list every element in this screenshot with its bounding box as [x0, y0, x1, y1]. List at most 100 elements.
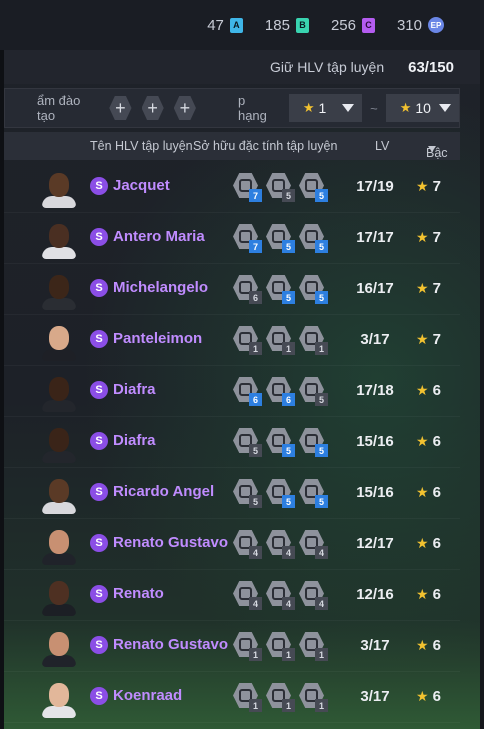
training-trait-icon[interactable]: 4: [233, 530, 262, 559]
currency-a-value: 47: [207, 16, 224, 34]
training-trait-icon[interactable]: 5: [233, 428, 262, 457]
coach-row[interactable]: S Ricardo Angel 5 5 5 15/16 ★ 6: [4, 468, 460, 519]
coach-name: Koenraad: [113, 687, 183, 704]
coach-row[interactable]: S Renato Gustavo 1 1 1 3/17 ★ 6: [4, 621, 460, 672]
trait-level: 5: [315, 291, 328, 304]
coach-rank: ★ 6: [416, 433, 441, 450]
rank-from-value: 1: [318, 100, 327, 116]
training-trait-icon[interactable]: 4: [266, 581, 295, 610]
coach-row[interactable]: S Antero Maria 7 5 5 17/17 ★ 7: [4, 213, 460, 264]
currency-bar: 47 A 185 B 256 C 310 EP: [0, 0, 484, 50]
currency-b-icon: B: [295, 17, 309, 33]
star-icon: ★: [416, 688, 429, 704]
training-trait-icon[interactable]: 5: [299, 224, 328, 253]
training-trait-icon[interactable]: 1: [266, 683, 295, 712]
trait-level: 1: [282, 699, 295, 712]
training-trait-icon[interactable]: 6: [233, 275, 262, 304]
trait-level: 4: [282, 597, 295, 610]
special-badge-icon: S: [90, 228, 108, 246]
training-trait-icon[interactable]: 5: [266, 224, 295, 253]
training-trait-icon[interactable]: 7: [233, 224, 262, 253]
coach-avatar: [42, 170, 76, 208]
rank-value: 6: [432, 382, 441, 399]
rank-value: 6: [432, 535, 441, 552]
trait-level: 5: [282, 291, 295, 304]
training-trait-icon[interactable]: 7: [233, 173, 262, 202]
coach-avatar: [42, 476, 76, 514]
special-badge-icon: S: [90, 381, 108, 399]
training-trait-icon[interactable]: 6: [266, 377, 295, 406]
training-trait-icon[interactable]: 5: [299, 173, 328, 202]
coach-row[interactable]: S Jacquet 7 5 5 17/19 ★ 7: [4, 162, 460, 213]
training-trait-icon[interactable]: 5: [233, 479, 262, 508]
rank-to-select[interactable]: ★ 10: [385, 94, 459, 122]
coach-level: 17/19: [356, 178, 394, 195]
training-trait-icon[interactable]: 1: [233, 326, 262, 355]
rank-from-select[interactable]: ★ 1: [288, 94, 363, 122]
special-badge-icon: S: [90, 432, 108, 450]
special-badge-icon: S: [90, 636, 108, 654]
training-trait-icon[interactable]: 4: [299, 530, 328, 559]
trait-level: 4: [249, 546, 262, 559]
trait-level: 5: [315, 189, 328, 202]
trait-level: 1: [249, 648, 262, 661]
star-icon: ★: [416, 637, 429, 653]
coach-rank: ★ 6: [416, 637, 441, 654]
trait-level: 6: [282, 393, 295, 406]
header-name[interactable]: Tên HLV tập luyện: [90, 139, 193, 153]
training-trait-icon[interactable]: 1: [266, 326, 295, 355]
coach-level: 17/18: [356, 382, 394, 399]
training-trait-icon[interactable]: 5: [266, 275, 295, 304]
training-trait-icon[interactable]: 5: [299, 275, 328, 304]
coach-skills: 7 5 5: [233, 173, 328, 202]
header-skills[interactable]: Sở hữu đặc tính tập luyện: [193, 139, 337, 153]
training-trait-icon[interactable]: 1: [299, 632, 328, 661]
coach-avatar: [42, 629, 76, 667]
add-filter-button-2[interactable]: +: [141, 96, 164, 120]
coach-rank: ★ 6: [416, 586, 441, 603]
training-trait-icon[interactable]: 4: [233, 581, 262, 610]
ep-coin-icon: EP: [428, 17, 444, 33]
trait-level: 5: [282, 444, 295, 457]
training-trait-icon[interactable]: 1: [233, 632, 262, 661]
add-filter-button-3[interactable]: +: [173, 96, 196, 120]
coach-row[interactable]: S Diafra 6 6 5 17/18 ★ 6: [4, 366, 460, 417]
trait-level: 6: [249, 291, 262, 304]
training-trait-icon[interactable]: 5: [299, 479, 328, 508]
rank-filter-label: p hạng: [237, 93, 267, 123]
trait-level: 5: [282, 240, 295, 253]
training-trait-icon[interactable]: 1: [266, 632, 295, 661]
coach-row[interactable]: S Diafra 5 5 5 15/16 ★ 6: [4, 417, 460, 468]
trait-level: 5: [282, 189, 295, 202]
coach-level: 17/17: [356, 229, 394, 246]
coach-rank: ★ 6: [416, 382, 441, 399]
coach-level: 12/17: [356, 535, 394, 552]
star-icon: ★: [416, 280, 429, 296]
training-trait-icon[interactable]: 5: [299, 428, 328, 457]
header-lv[interactable]: LV: [375, 139, 389, 153]
training-trait-icon[interactable]: 1: [299, 683, 328, 712]
filter-row: ẩm đào tạo + + + p hạng ★ 1 ~ ★ 10: [4, 88, 460, 128]
coach-row[interactable]: S Michelangelo 6 5 5 16/17 ★ 7: [4, 264, 460, 315]
training-trait-icon[interactable]: 1: [233, 683, 262, 712]
coach-skills: 5 5 5: [233, 428, 328, 457]
training-trait-icon[interactable]: 6: [233, 377, 262, 406]
add-filter-button-1[interactable]: +: [109, 96, 132, 120]
rank-value: 7: [432, 331, 441, 348]
coach-row[interactable]: S Koenraad 1 1 1 3/17 ★ 6: [4, 672, 460, 723]
coach-row[interactable]: S Renato 4 4 4 12/16 ★ 6: [4, 570, 460, 621]
training-trait-icon[interactable]: 5: [299, 377, 328, 406]
training-trait-icon[interactable]: 1: [299, 326, 328, 355]
training-trait-icon[interactable]: 5: [266, 173, 295, 202]
training-trait-icon[interactable]: 5: [266, 428, 295, 457]
star-icon: ★: [399, 100, 412, 115]
trait-level: 5: [249, 495, 262, 508]
coach-row[interactable]: S Renato Gustavo 4 4 4 12/17 ★ 6: [4, 519, 460, 570]
coach-avatar: [42, 272, 76, 310]
training-trait-icon[interactable]: 5: [266, 479, 295, 508]
keep-count: 63/150: [408, 58, 454, 76]
training-trait-icon[interactable]: 4: [299, 581, 328, 610]
scrollbar[interactable]: [480, 50, 484, 729]
training-trait-icon[interactable]: 4: [266, 530, 295, 559]
coach-row[interactable]: S Panteleimon 1 1 1 3/17 ★ 7: [4, 315, 460, 366]
